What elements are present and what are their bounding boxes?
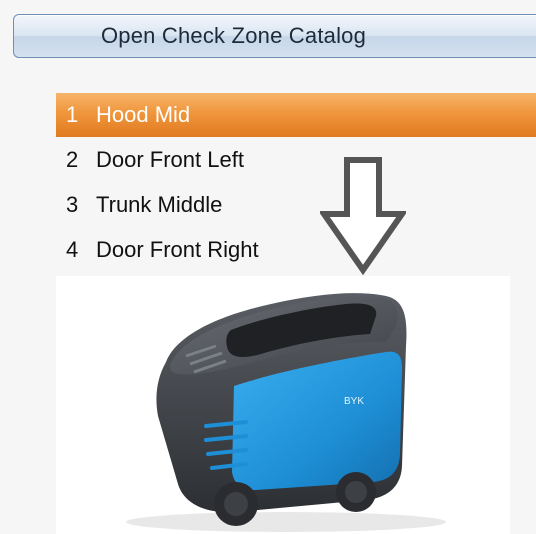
zone-number: 2 (66, 146, 79, 172)
zone-number: 1 (66, 102, 79, 127)
zone-label: Hood Mid (96, 102, 191, 127)
catalog-button-label: Open Check Zone Catalog (100, 23, 367, 48)
check-zone-panel: Open Check Zone Catalog 1 Hood Mid 2 Doo… (0, 0, 536, 534)
device-illustration: BYK (126, 293, 446, 532)
zone-number: 3 (66, 191, 79, 217)
zone-number: 4 (66, 236, 79, 262)
zone-label: Door Front Right (96, 236, 259, 262)
open-check-zone-catalog-button[interactable]: Open Check Zone Catalog (13, 14, 536, 58)
zone-item-door-front-left[interactable]: 2 Door Front Left (56, 137, 536, 182)
measurement-device-image: BYK (56, 276, 510, 534)
zone-item-hood-mid[interactable]: 1 Hood Mid (56, 93, 536, 137)
zone-item-door-front-right[interactable]: 4 Door Front Right (56, 227, 536, 272)
zone-label: Door Front Left (96, 146, 244, 172)
check-zone-list: 1 Hood Mid 2 Door Front Left 3 Trunk Mid… (56, 93, 536, 272)
down-arrow-icon (320, 157, 406, 276)
brand-logo: BYK (344, 396, 364, 407)
zone-label: Trunk Middle (96, 191, 223, 217)
zone-item-trunk-middle[interactable]: 3 Trunk Middle (56, 182, 536, 227)
